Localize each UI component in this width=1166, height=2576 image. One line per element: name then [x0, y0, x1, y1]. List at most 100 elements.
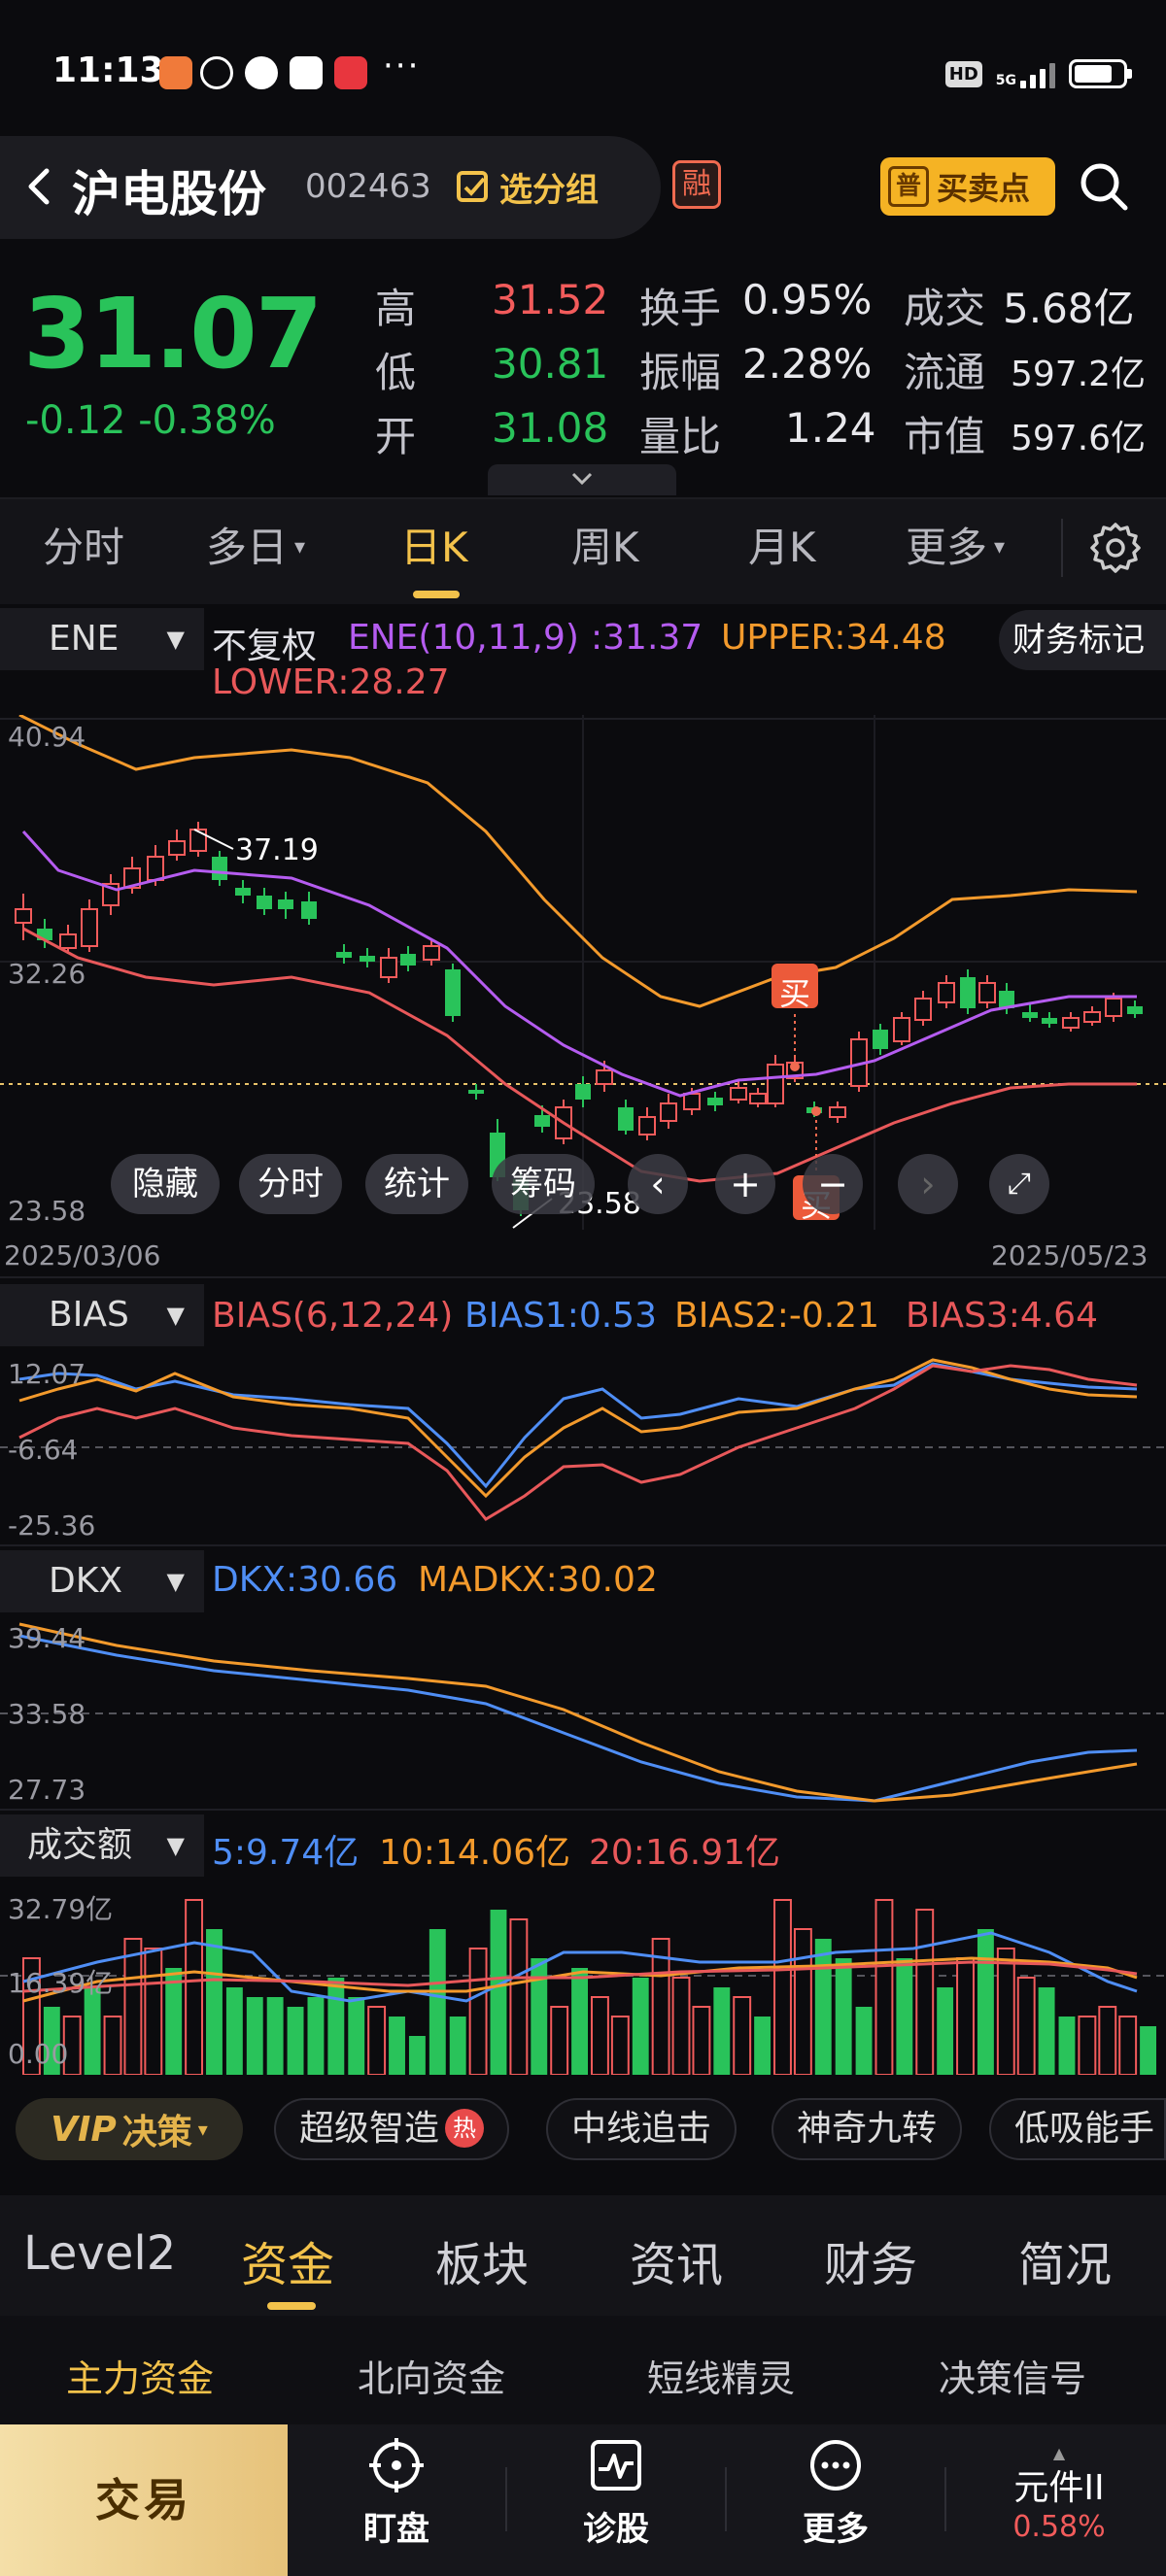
ene-label: ENE(10,11,9) — [348, 618, 579, 658]
subtab-short-term[interactable]: 短线精灵 — [647, 2349, 795, 2402]
zoom-out-icon[interactable]: − — [803, 1154, 863, 1214]
divider — [944, 2467, 946, 2531]
vip-decision-button[interactable]: VIP 决策 ▾ — [16, 2098, 243, 2160]
select-group-button[interactable]: 选分组 — [455, 163, 599, 211]
chat-notification-icon — [245, 56, 278, 89]
amount-y-top: 32.79亿 — [8, 1893, 114, 1925]
label-amplitude: 振幅 — [639, 349, 722, 396]
tab-news[interactable]: 资讯 — [630, 2226, 723, 2294]
subtab-signals[interactable]: 决策信号 — [939, 2349, 1086, 2402]
sector-index-ticker[interactable]: ▲ 元件II 0.58% — [981, 2444, 1137, 2545]
divider — [0, 1809, 1166, 1811]
bias-y-mid: -6.64 — [8, 1434, 79, 1466]
tab-weekly-k[interactable]: 周K — [571, 515, 639, 574]
chevron-up-icon: ▲ — [1052, 2444, 1066, 2462]
value-vol-ratio: 1.24 — [785, 404, 876, 452]
stock-code: 002463 — [305, 167, 431, 206]
label-deal: 成交 — [904, 285, 986, 332]
strategy-chip-super-manufacture[interactable]: 超级智造热 — [274, 2098, 510, 2160]
gear-icon[interactable] — [1088, 521, 1143, 575]
subtab-main-funds[interactable]: 主力资金 — [66, 2349, 214, 2402]
ene-value: :31.37 — [591, 618, 703, 658]
search-icon[interactable] — [1077, 159, 1131, 214]
y-axis-bottom: 23.58 — [8, 1195, 86, 1227]
dkx-y-mid: 33.58 — [8, 1698, 86, 1730]
pu-badge: 普 — [888, 166, 929, 207]
margin-trading-badge[interactable]: 融 — [672, 160, 721, 209]
amount-indicator-select[interactable]: 成交额 ▼ — [0, 1814, 204, 1877]
candlestick-chart[interactable] — [0, 715, 1166, 1230]
label-turnover: 换手 — [639, 285, 722, 332]
tab-underline — [267, 2302, 316, 2310]
main-indicator-select[interactable]: ENE ▼ — [0, 608, 204, 670]
trade-button[interactable]: 交易 — [0, 2424, 288, 2576]
value-float: 597.2亿 — [1011, 355, 1147, 394]
hd-icon: HD — [944, 60, 982, 87]
stats-button[interactable]: 统计 — [365, 1154, 468, 1214]
tab-sectors[interactable]: 板块 — [435, 2226, 529, 2294]
divider — [505, 2467, 507, 2531]
dkx-value: DKX:30.66 — [212, 1560, 398, 1600]
strategy-chip-nine-turns[interactable]: 神奇九转 — [772, 2098, 963, 2160]
zoom-in-icon[interactable]: + — [715, 1154, 775, 1214]
pulse-chart-icon — [591, 2440, 641, 2491]
label-open: 开 — [375, 413, 417, 460]
back-arrow-icon[interactable] — [14, 159, 68, 214]
financial-mark-button[interactable]: 财务标记 — [999, 610, 1166, 670]
dkx-chart[interactable] — [0, 1616, 1166, 1809]
nav-diagnose[interactable]: 诊股 — [529, 2436, 703, 2550]
adjust-mode[interactable]: 不复权 — [212, 618, 317, 668]
divider — [725, 2467, 727, 2531]
amount-y-bottom: 0.00 — [8, 2038, 69, 2070]
tab-profile[interactable]: 简况 — [1018, 2226, 1112, 2294]
buy-sell-point-button[interactable]: 普 买卖点 — [880, 157, 1055, 216]
bias2-value: BIAS2:-0.21 — [674, 1296, 879, 1336]
status-time: 11:13 — [52, 51, 164, 90]
y-axis-mid: 32.26 — [8, 958, 86, 990]
tab-daily-k[interactable]: 日K — [400, 515, 468, 574]
y-axis-top: 40.94 — [8, 721, 86, 753]
tab-more[interactable]: 更多 ▾ — [906, 515, 1005, 574]
bias-chart[interactable] — [0, 1350, 1166, 1544]
nav-watch[interactable]: 盯盘 — [309, 2436, 484, 2550]
dkx-indicator-select[interactable]: DKX ▼ — [0, 1550, 204, 1612]
redbook-notification-icon — [334, 56, 367, 89]
value-mktcap: 597.6亿 — [1011, 419, 1147, 458]
more-notifications-icon: ··· — [383, 47, 421, 85]
date-start: 2025/03/06 — [4, 1239, 161, 1271]
timeshare-button[interactable]: 分时 — [239, 1154, 342, 1214]
tab-funds[interactable]: 资金 — [241, 2226, 334, 2294]
tab-multiday[interactable]: 多日 ▾ — [206, 515, 305, 574]
subtab-northbound[interactable]: 北向资金 — [358, 2349, 505, 2402]
divider — [0, 1544, 1166, 1546]
strategy-chip-midline[interactable]: 中线追击 — [546, 2098, 737, 2160]
buy-marker[interactable]: 买 — [772, 969, 818, 1014]
hand-notification-icon — [200, 56, 233, 89]
chevron-left-icon[interactable]: ‹ — [628, 1154, 688, 1214]
upper-value: UPPER:34.48 — [721, 618, 946, 658]
fullscreen-icon[interactable]: ⤢ — [989, 1154, 1049, 1214]
label-float: 流通 — [904, 349, 986, 396]
nav-more[interactable]: 更多 — [748, 2436, 923, 2550]
tab-monthly-k[interactable]: 月K — [748, 515, 816, 574]
bias-label: BIAS(6,12,24) — [212, 1296, 454, 1336]
amount-chart[interactable] — [0, 1884, 1166, 2075]
dkx-y-top: 39.44 — [8, 1622, 86, 1654]
value-deal: 5.68亿 — [1003, 285, 1135, 332]
bias-indicator-select[interactable]: BIAS ▼ — [0, 1284, 204, 1346]
tab-finance[interactable]: 财务 — [824, 2226, 917, 2294]
chevron-right-icon[interactable]: › — [898, 1154, 958, 1214]
crosshair-icon — [369, 2438, 424, 2492]
bias-y-top: 12.07 — [8, 1358, 86, 1390]
battery-icon — [1069, 59, 1132, 88]
chips-button[interactable]: 筹码 — [492, 1154, 595, 1214]
tab-underline — [413, 591, 460, 598]
value-high: 31.52 — [492, 276, 609, 323]
expand-quote-button[interactable] — [488, 464, 676, 495]
strategy-chip-low-buy[interactable]: 低吸能手 — [989, 2098, 1166, 2160]
hide-button[interactable]: 隐藏 — [111, 1154, 220, 1214]
tab-timeshare[interactable]: 分时 — [43, 515, 124, 574]
mail-notification-icon — [290, 56, 323, 89]
checkbox-icon — [457, 170, 488, 202]
tab-level2[interactable]: Level2 — [23, 2226, 176, 2281]
